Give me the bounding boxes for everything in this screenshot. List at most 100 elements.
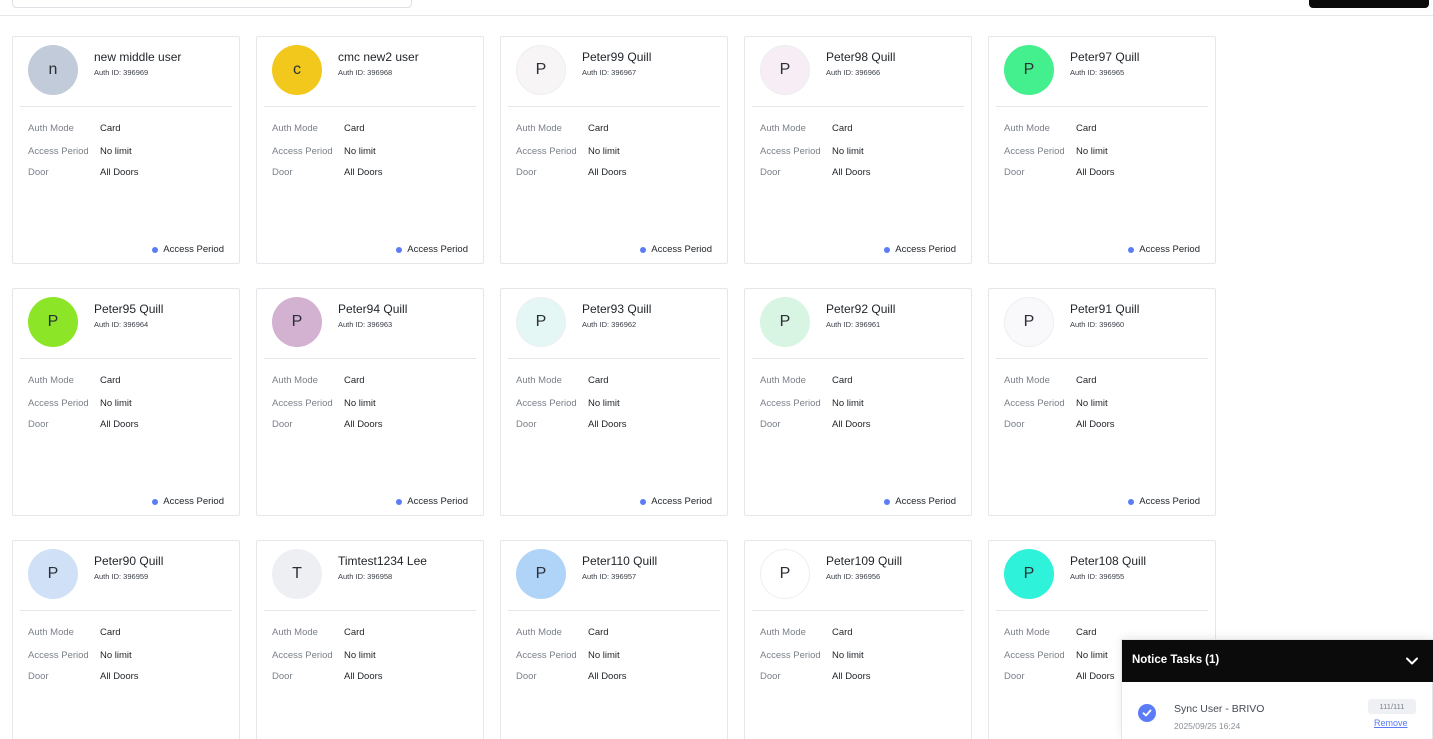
notice-tasks-header[interactable]: Notice Tasks (1) [1122, 640, 1433, 682]
door-label: Door [1004, 419, 1025, 430]
auth-mode-label: Auth Mode [272, 375, 318, 386]
door-label: Door [28, 167, 49, 178]
door-label: Door [516, 419, 537, 430]
access-period-tag: Access Period [396, 244, 468, 255]
user-card[interactable]: T Timtest1234 Lee Auth ID: 396958 Auth Mode… [256, 540, 484, 739]
user-name: Peter109 Quill [826, 554, 903, 568]
auth-mode-value: Card [1076, 375, 1097, 386]
user-card[interactable]: P Peter90 Quill Auth ID: 396959 Auth Mode Ca… [12, 540, 240, 739]
auth-id: Auth ID: 396962 [582, 320, 637, 329]
user-card[interactable]: n new middle user Auth ID: 396969 Auth Mode… [12, 36, 240, 264]
avatar: P [516, 549, 566, 599]
door-value: All Doors [344, 167, 383, 178]
card-divider [508, 106, 720, 107]
card-divider [264, 358, 476, 359]
access-period-label: Access Period [272, 650, 333, 661]
access-period-value: No limit [100, 146, 132, 157]
task-name: Sync User - BRIVO [1174, 703, 1265, 715]
user-card[interactable]: P Peter99 Quill Auth ID: 396967 Auth Mode Ca… [500, 36, 728, 264]
auth-mode-label: Auth Mode [28, 375, 74, 386]
access-period-label: Access Period [272, 398, 333, 409]
toolbar-action-button[interactable] [1309, 0, 1429, 8]
access-period-value: No limit [588, 398, 620, 409]
access-period-value: No limit [344, 650, 376, 661]
search-input[interactable] [12, 0, 412, 8]
user-name: cmc new2 user [338, 50, 419, 64]
auth-mode-value: Card [100, 123, 121, 134]
user-card[interactable]: P Peter98 Quill Auth ID: 396966 Auth Mode Ca… [744, 36, 972, 264]
auth-id: Auth ID: 396965 [1070, 68, 1125, 77]
access-period-label: Access Period [28, 398, 89, 409]
avatar: P [760, 297, 810, 347]
avatar: P [28, 549, 78, 599]
user-name: Peter97 Quill [1070, 50, 1140, 64]
auth-mode-label: Auth Mode [760, 123, 806, 134]
auth-mode-label: Auth Mode [1004, 627, 1050, 638]
door-label: Door [28, 419, 49, 430]
door-value: All Doors [588, 167, 627, 178]
auth-mode-value: Card [588, 375, 609, 386]
auth-id: Auth ID: 396963 [338, 320, 393, 329]
user-card[interactable]: P Peter110 Quill Auth ID: 396957 Auth Mode C… [500, 540, 728, 739]
auth-mode-value: Card [1076, 123, 1097, 134]
access-period-tag-label: Access Period [163, 244, 224, 255]
access-period-value: No limit [100, 650, 132, 661]
access-period-tag-label: Access Period [1139, 244, 1200, 255]
avatar: P [1004, 45, 1054, 95]
auth-mode-label: Auth Mode [272, 123, 318, 134]
access-period-value: No limit [832, 146, 864, 157]
user-card[interactable]: P Peter94 Quill Auth ID: 396963 Auth Mode Ca… [256, 288, 484, 516]
access-period-tag: Access Period [884, 496, 956, 507]
user-card[interactable]: P Peter91 Quill Auth ID: 396960 Auth Mode Ca… [988, 288, 1216, 516]
status-dot-icon [640, 246, 647, 253]
user-name: Peter110 Quill [582, 554, 658, 568]
door-value: All Doors [344, 419, 383, 430]
door-value: All Doors [1076, 671, 1115, 682]
access-period-value: No limit [588, 650, 620, 661]
access-period-label: Access Period [1004, 146, 1065, 157]
access-period-tag: Access Period [884, 244, 956, 255]
user-card[interactable]: P Peter109 Quill Auth ID: 396956 Auth Mode C… [744, 540, 972, 739]
chevron-down-icon[interactable] [1405, 654, 1419, 668]
user-name: Peter90 Quill [94, 554, 164, 568]
user-card[interactable]: c cmc new2 user Auth ID: 396968 Auth Mode Ca… [256, 36, 484, 264]
auth-id: Auth ID: 396958 [338, 572, 393, 581]
notice-count: (1) [1205, 654, 1220, 666]
auth-mode-label: Auth Mode [272, 627, 318, 638]
card-divider [996, 106, 1208, 107]
auth-mode-value: Card [588, 123, 609, 134]
auth-id: Auth ID: 396956 [826, 572, 881, 581]
task-remove-link[interactable]: Remove [1374, 718, 1408, 728]
user-name: Peter93 Quill [582, 302, 652, 316]
user-card[interactable]: P Peter92 Quill Auth ID: 396961 Auth Mode Ca… [744, 288, 972, 516]
task-timestamp: 2025/09/25 16:24 [1174, 721, 1241, 731]
card-divider [508, 610, 720, 611]
access-period-tag-label: Access Period [407, 244, 468, 255]
card-divider [264, 106, 476, 107]
auth-mode-label: Auth Mode [760, 627, 806, 638]
access-period-label: Access Period [760, 650, 821, 661]
user-card[interactable]: P Peter95 Quill Auth ID: 396964 Auth Mode Ca… [12, 288, 240, 516]
auth-id: Auth ID: 396955 [1070, 572, 1125, 581]
user-name: Peter94 Quill [338, 302, 408, 316]
auth-mode-label: Auth Mode [516, 627, 562, 638]
door-label: Door [760, 419, 781, 430]
access-period-value: No limit [1076, 398, 1108, 409]
user-card[interactable]: P Peter93 Quill Auth ID: 396962 Auth Mode Ca… [500, 288, 728, 516]
access-period-tag-label: Access Period [651, 496, 712, 507]
door-value: All Doors [1076, 167, 1115, 178]
access-period-value: No limit [1076, 146, 1108, 157]
card-divider [752, 358, 964, 359]
card-divider [264, 610, 476, 611]
status-dot-icon [884, 498, 891, 505]
access-period-tag-label: Access Period [163, 496, 224, 507]
avatar: P [28, 297, 78, 347]
user-card[interactable]: P Peter97 Quill Auth ID: 396965 Auth Mode Ca… [988, 36, 1216, 264]
auth-mode-value: Card [832, 627, 853, 638]
avatar: P [1004, 297, 1054, 347]
auth-mode-label: Auth Mode [516, 123, 562, 134]
user-name: Peter92 Quill [826, 302, 896, 316]
status-dot-icon [396, 498, 403, 505]
user-name: Peter99 Quill [582, 50, 652, 64]
auth-mode-label: Auth Mode [28, 123, 74, 134]
